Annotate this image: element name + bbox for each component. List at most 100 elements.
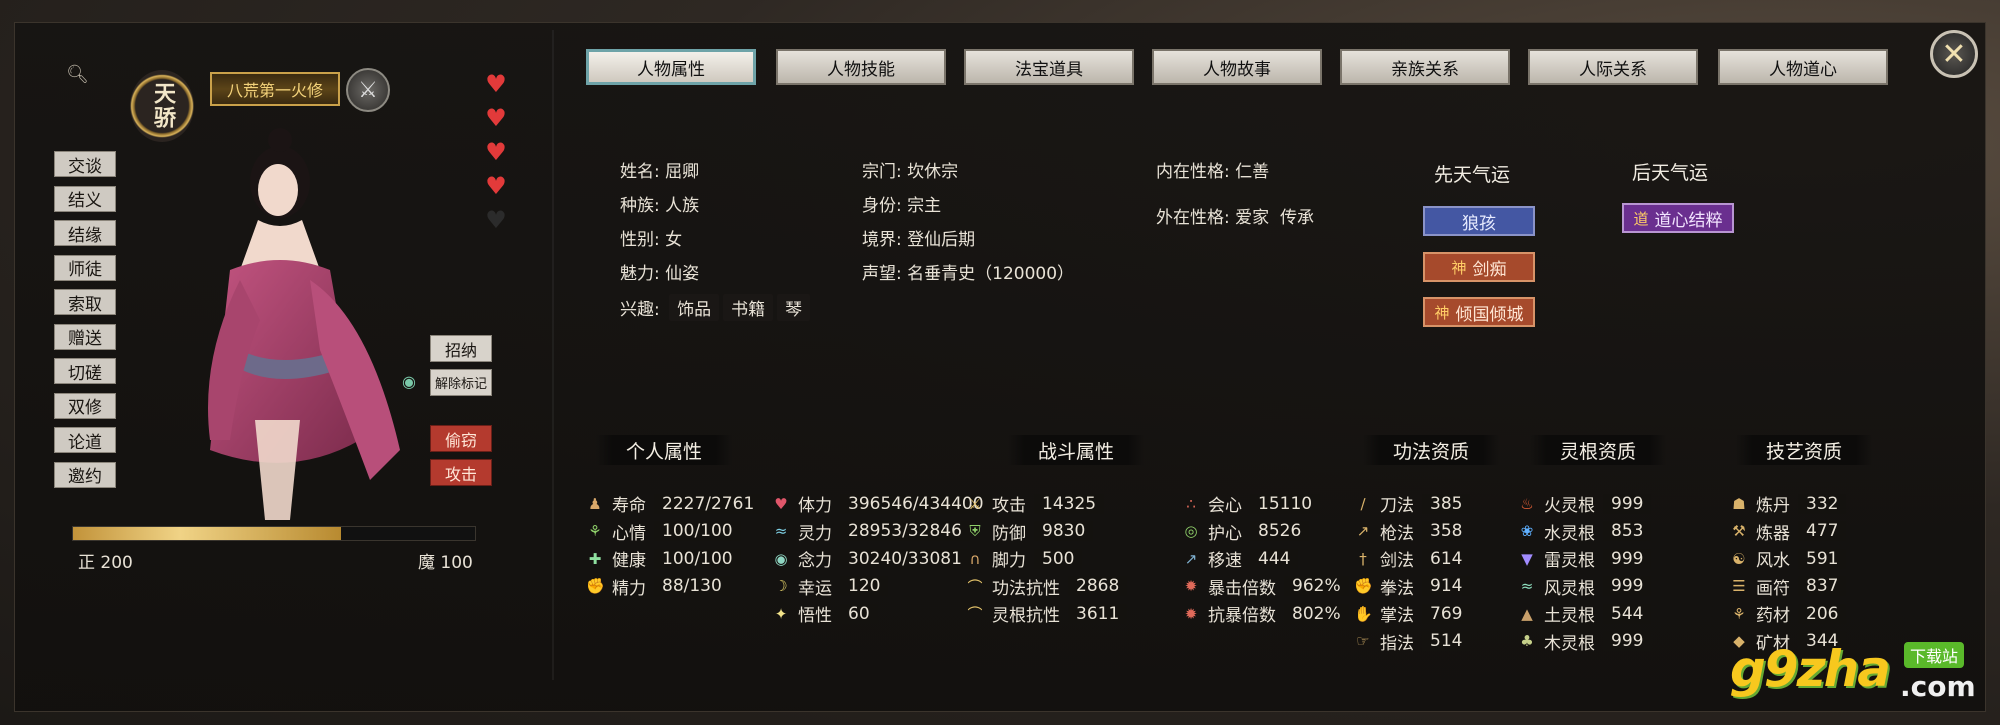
stat-label: 移速 (1208, 551, 1242, 571)
stat-label: 指法 (1380, 633, 1414, 654)
acquired-qi-item[interactable]: 道道心结粹 (1622, 203, 1734, 233)
tab-6[interactable]: 人物道心 (1718, 49, 1888, 85)
attack-button[interactable]: 攻击 (430, 459, 492, 486)
stat-label: 灵根抗性 (992, 606, 1060, 626)
tab-3[interactable]: 人物故事 (1152, 49, 1322, 85)
water-icon: ❀ (1520, 522, 1534, 540)
fist-icon: ✊ (1354, 577, 1373, 595)
side-action-button[interactable]: 赠送 (54, 323, 116, 350)
stat-value: 100/100 (654, 548, 741, 569)
stat-label: 脚力 (992, 551, 1026, 571)
watermark-badge: 下载站 (1904, 642, 1965, 668)
search-icon[interactable]: 🔍︎ (66, 64, 89, 85)
info-gender: 性别: 女 (620, 230, 683, 250)
stat-value: 8526 (1250, 521, 1310, 541)
stat-label: 药材 (1756, 606, 1790, 626)
side-action-button[interactable]: 双修 (54, 392, 116, 419)
palm-icon: ✋ (1354, 604, 1373, 623)
tab-2[interactable]: 法宝道具 (964, 49, 1134, 85)
section-personal: 个人属性 (596, 435, 732, 465)
stat-value: 100/100 (654, 521, 741, 541)
stat-value: 60 (840, 603, 878, 624)
tab-4[interactable]: 亲族关系 (1340, 49, 1510, 85)
earth-icon: ▲ (1521, 604, 1533, 623)
foot-icon: ∩ (969, 549, 981, 568)
shield-icon: ⛨ (969, 522, 981, 540)
stat-value: 999 (1603, 548, 1652, 569)
section-skill-aptitude: 功法资质 (1363, 435, 1499, 465)
side-action-button[interactable]: 切磋 (54, 358, 116, 384)
stat-label: 土灵根 (1544, 606, 1595, 626)
swords-icon: ⚔ (968, 494, 982, 513)
stat-label: 心情 (612, 523, 646, 544)
stat-value: 999 (1603, 576, 1652, 596)
stat-row: ∩ 脚力 500 (966, 546, 1083, 571)
stat-value: 477 (1798, 521, 1847, 541)
stat-value: 769 (1422, 603, 1471, 624)
innate-qi-item[interactable]: 狼孩 (1423, 206, 1535, 236)
info-identity: 身份: 宗主 (862, 196, 942, 216)
acquired-qi-title: 后天气运 (1632, 162, 1709, 184)
side-action-button[interactable]: 结义 (54, 185, 116, 212)
stat-row: ✹ 抗暴倍数 802% (1182, 601, 1349, 626)
stat-value: 120 (840, 576, 889, 596)
stat-value: 591 (1798, 548, 1847, 569)
tab-0[interactable]: 人物属性 (586, 49, 756, 85)
heart-icon: ♥ (485, 206, 507, 234)
recruit-button[interactable]: 招纳 (430, 335, 492, 362)
side-action-button[interactable]: 索取 (54, 289, 116, 315)
arm-icon: ✊ (586, 577, 605, 595)
title-plate: 八荒第一火修 (210, 72, 340, 106)
stat-row: ✋ 掌法 769 (1354, 601, 1471, 626)
stat-row: ⛨ 防御 9830 (966, 519, 1094, 544)
spear-icon: ↗ (1356, 522, 1370, 540)
dao-icon: 道 (1633, 209, 1649, 228)
stat-row: ☯ 风水 591 (1730, 546, 1847, 571)
stat-label: 健康 (612, 551, 646, 571)
stat-value: 15110 (1250, 493, 1321, 514)
arc-icon: ⌒ (967, 577, 983, 596)
tab-1[interactable]: 人物技能 (776, 49, 946, 85)
innate-qi-item[interactable]: 神倾国倾城 (1423, 297, 1535, 327)
innate-qi-item[interactable]: 神剑痴 (1423, 252, 1535, 282)
stat-label: 防御 (992, 523, 1026, 544)
crossed-swords-icon[interactable]: ⚔ (346, 68, 390, 112)
herb-icon: ⚘ (1732, 604, 1746, 623)
stat-row: ≈ 灵力 28953/32846 (772, 519, 970, 544)
stat-label: 炼器 (1756, 523, 1790, 544)
side-action-button[interactable]: 论道 (54, 427, 116, 453)
stat-row: ⚒ 炼器 477 (1730, 519, 1847, 544)
close-button[interactable]: ✕ (1930, 30, 1978, 78)
sword-icon: † (1359, 549, 1367, 568)
stat-row: ♟ 寿命 2227/2761 (586, 491, 763, 516)
side-action-button[interactable]: 交谈 (54, 151, 116, 177)
burst-icon: ✹ (1184, 577, 1198, 595)
stat-value: 9830 (1034, 521, 1094, 541)
blade-icon: ∕ (1360, 494, 1366, 513)
stat-row: ☽ 幸运 120 (772, 574, 889, 599)
stat-row: ✹ 暴击倍数 962% (1182, 574, 1349, 599)
steal-button[interactable]: 偷窃 (430, 425, 492, 452)
star-icon: ✦ (774, 604, 788, 623)
watermark-logo: g9zha (1730, 640, 1891, 698)
info-charm: 魅力: 仙姿 (620, 264, 700, 284)
alignment-bar (72, 526, 476, 541)
watermark-domain: .com (1900, 670, 1976, 703)
stat-row: ✦ 悟性 60 (772, 601, 878, 626)
unmark-button[interactable]: 解除标记 (430, 369, 492, 396)
stat-row: ⌒ 功法抗性 2868 (966, 574, 1128, 599)
character-portrait (208, 128, 400, 520)
stat-label: 护心 (1208, 523, 1242, 544)
side-action-button[interactable]: 邀约 (54, 461, 116, 488)
arc-icon: ⌒ (967, 605, 983, 623)
tab-5[interactable]: 人际关系 (1528, 49, 1698, 85)
side-action-button[interactable]: 师徒 (54, 254, 116, 281)
info-hobbies: 兴趣: 饰品 书籍琴 (620, 294, 811, 321)
side-action-button[interactable]: 结缘 (54, 220, 116, 246)
stat-value: 28953/32846 (840, 521, 970, 541)
info-fame: 声望: 名垂青史（120000） (862, 264, 1075, 284)
righteous-value: 正 200 (78, 553, 133, 573)
stat-row: ♣ 木灵根 999 (1518, 629, 1652, 654)
stat-row: ⚔ 攻击 14325 (966, 491, 1105, 516)
stat-value: 999 (1603, 631, 1652, 651)
